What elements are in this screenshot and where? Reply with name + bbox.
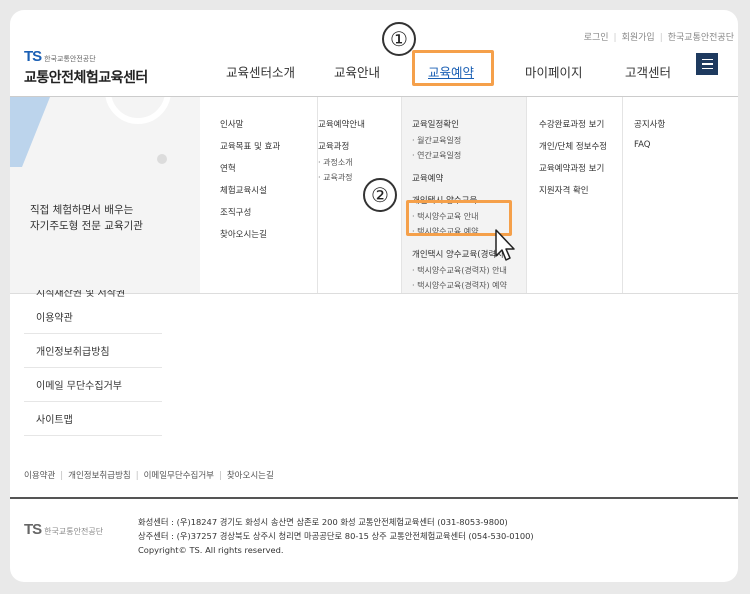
menu-courses[interactable]: 교육과정 (318, 140, 349, 152)
hamburger-menu-button[interactable] (696, 53, 718, 75)
footer-sangju-address: 상주센터 : (우)37257 경상북도 상주시 청리면 마공공단로 80-15… (138, 531, 534, 541)
site-logo[interactable]: TS 한국교통안전공단 교통안전체험교육센터 (24, 46, 148, 87)
slogan-line-2: 자기주도형 전문 교육기관 (30, 220, 143, 232)
footer-terms-link[interactable]: 이용약관 (24, 471, 55, 481)
menu-directions[interactable]: 찾아오시는길 (220, 228, 267, 240)
ts-logo-mark: TS (24, 48, 42, 65)
footer-divider (10, 497, 738, 499)
footer-email-link[interactable]: 이메일무단수집거부 (144, 471, 214, 481)
menu-goals[interactable]: 교육목표 및 효과 (220, 140, 280, 152)
gnb-customer-center[interactable]: 고객센터 (625, 62, 671, 81)
side-sitemap[interactable]: 사이트맵 (24, 402, 162, 436)
footer-copyright: Copyright© TS. All rights reserved. (138, 545, 284, 555)
slogan-line-1: 직접 체험하면서 배우는 (30, 204, 134, 216)
side-link-list: 이용약관 개인정보취급방침 이메일 무단수집거부 사이트맵 (24, 300, 162, 436)
menu-monthly-schedule[interactable]: · 월간교육일정 (412, 135, 461, 146)
mouse-pointer-icon (495, 229, 515, 261)
side-item-partial: 지식재산권 및 저작권 (36, 290, 126, 299)
menu-reserved-courses[interactable]: 교육예약과정 보기 (539, 162, 604, 174)
menu-facilities[interactable]: 체험교육시설 (220, 184, 267, 196)
footer-ts-mark: TS (24, 521, 42, 538)
menu-eligibility-check[interactable]: 지원자격 확인 (539, 184, 589, 196)
menu-greeting[interactable]: 인사말 (220, 118, 243, 130)
menu-notices[interactable]: 공지사항 (634, 118, 665, 130)
menu-taxi-experienced-guide[interactable]: · 택시양수교육(경력자) 안내 (412, 265, 507, 276)
decorative-shapes-icon (10, 97, 171, 167)
gnb-edu-info[interactable]: 교육안내 (334, 62, 380, 81)
menu-history[interactable]: 연혁 (220, 162, 236, 174)
menu-faq[interactable]: FAQ (634, 140, 650, 150)
menu-schedule-check[interactable]: 교육일정확인 (412, 118, 459, 130)
mega-slogan: 직접 체험하면서 배우는 자기주도형 전문 교육기관 (30, 202, 143, 234)
footer-privacy-link[interactable]: 개인정보취급방침 (68, 471, 131, 481)
side-privacy[interactable]: 개인정보취급방침 (24, 334, 162, 368)
footer-address: 화성센터 : (우)18247 경기도 화성시 송산면 삼존로 200 화성 교… (138, 515, 534, 557)
login-link[interactable]: 로그인 (584, 33, 609, 43)
menu-yearly-schedule[interactable]: · 연간교육일정 (412, 150, 461, 161)
menu-edit-info[interactable]: 개인/단체 정보수정 (539, 140, 607, 152)
menu-completed-courses[interactable]: 수강완료과정 보기 (539, 118, 604, 130)
menu-taxi-experienced-booking[interactable]: · 택시양수교육(경력자) 예약 (412, 280, 507, 291)
menu-reservation-guide[interactable]: 교육예약안내 (318, 118, 365, 130)
kotsa-link[interactable]: 한국교통안전공단 (668, 33, 734, 43)
highlight-reservation-box (412, 50, 494, 86)
menu-reservation[interactable]: 교육예약 (412, 172, 443, 184)
gnb-center-intro[interactable]: 교육센터소개 (226, 62, 295, 81)
callout-step-2: ② (363, 178, 397, 212)
logo-title: 교통안전체험교육센터 (24, 70, 148, 86)
logo-org-name: 한국교통안전공단 (44, 55, 96, 63)
submenu-mypage: 수강완료과정 보기 개인/단체 정보수정 교육예약과정 보기 지원자격 확인 (539, 97, 623, 293)
menu-course-curriculum[interactable]: · 교육과정 (318, 172, 353, 183)
col-divider (401, 97, 402, 293)
menu-organization[interactable]: 조직구성 (220, 206, 251, 218)
side-email-refusal[interactable]: 이메일 무단수집거부 (24, 368, 162, 402)
submenu-customer-center: 공지사항 FAQ (634, 97, 734, 293)
submenu-center-intro: 인사말 교육목표 및 효과 연혁 체험교육시설 조직구성 찾아오시는길 (220, 97, 316, 293)
gnb-mypage[interactable]: 마이페이지 (525, 62, 583, 81)
side-terms[interactable]: 이용약관 (24, 300, 162, 334)
footer-hwaseong-address: 화성센터 : (우)18247 경기도 화성시 송산면 삼존로 200 화성 교… (138, 517, 508, 527)
footer-links: 이용약관 | 개인정보취급방침 | 이메일무단수집거부 | 찾아오시는길 (24, 471, 274, 481)
col-divider (317, 97, 318, 293)
mega-banner: 직접 체험하면서 배우는 자기주도형 전문 교육기관 (10, 97, 200, 293)
signup-link[interactable]: 회원가입 (622, 33, 655, 43)
footer-logo: TS 한국교통안전공단 (24, 519, 103, 538)
utility-links: 로그인 | 회원가입 | 한국교통안전공단 (583, 33, 734, 43)
col-divider (622, 97, 623, 293)
callout-step-1: ① (382, 22, 416, 56)
footer-org-name: 한국교통안전공단 (44, 527, 104, 536)
col-divider (526, 97, 527, 293)
menu-course-intro[interactable]: · 과정소개 (318, 157, 353, 168)
browser-frame: 로그인 | 회원가입 | 한국교통안전공단 TS 한국교통안전공단 교통안전체험교육센터 … (10, 10, 738, 582)
footer-directions-link[interactable]: 찾아오시는길 (227, 471, 274, 481)
